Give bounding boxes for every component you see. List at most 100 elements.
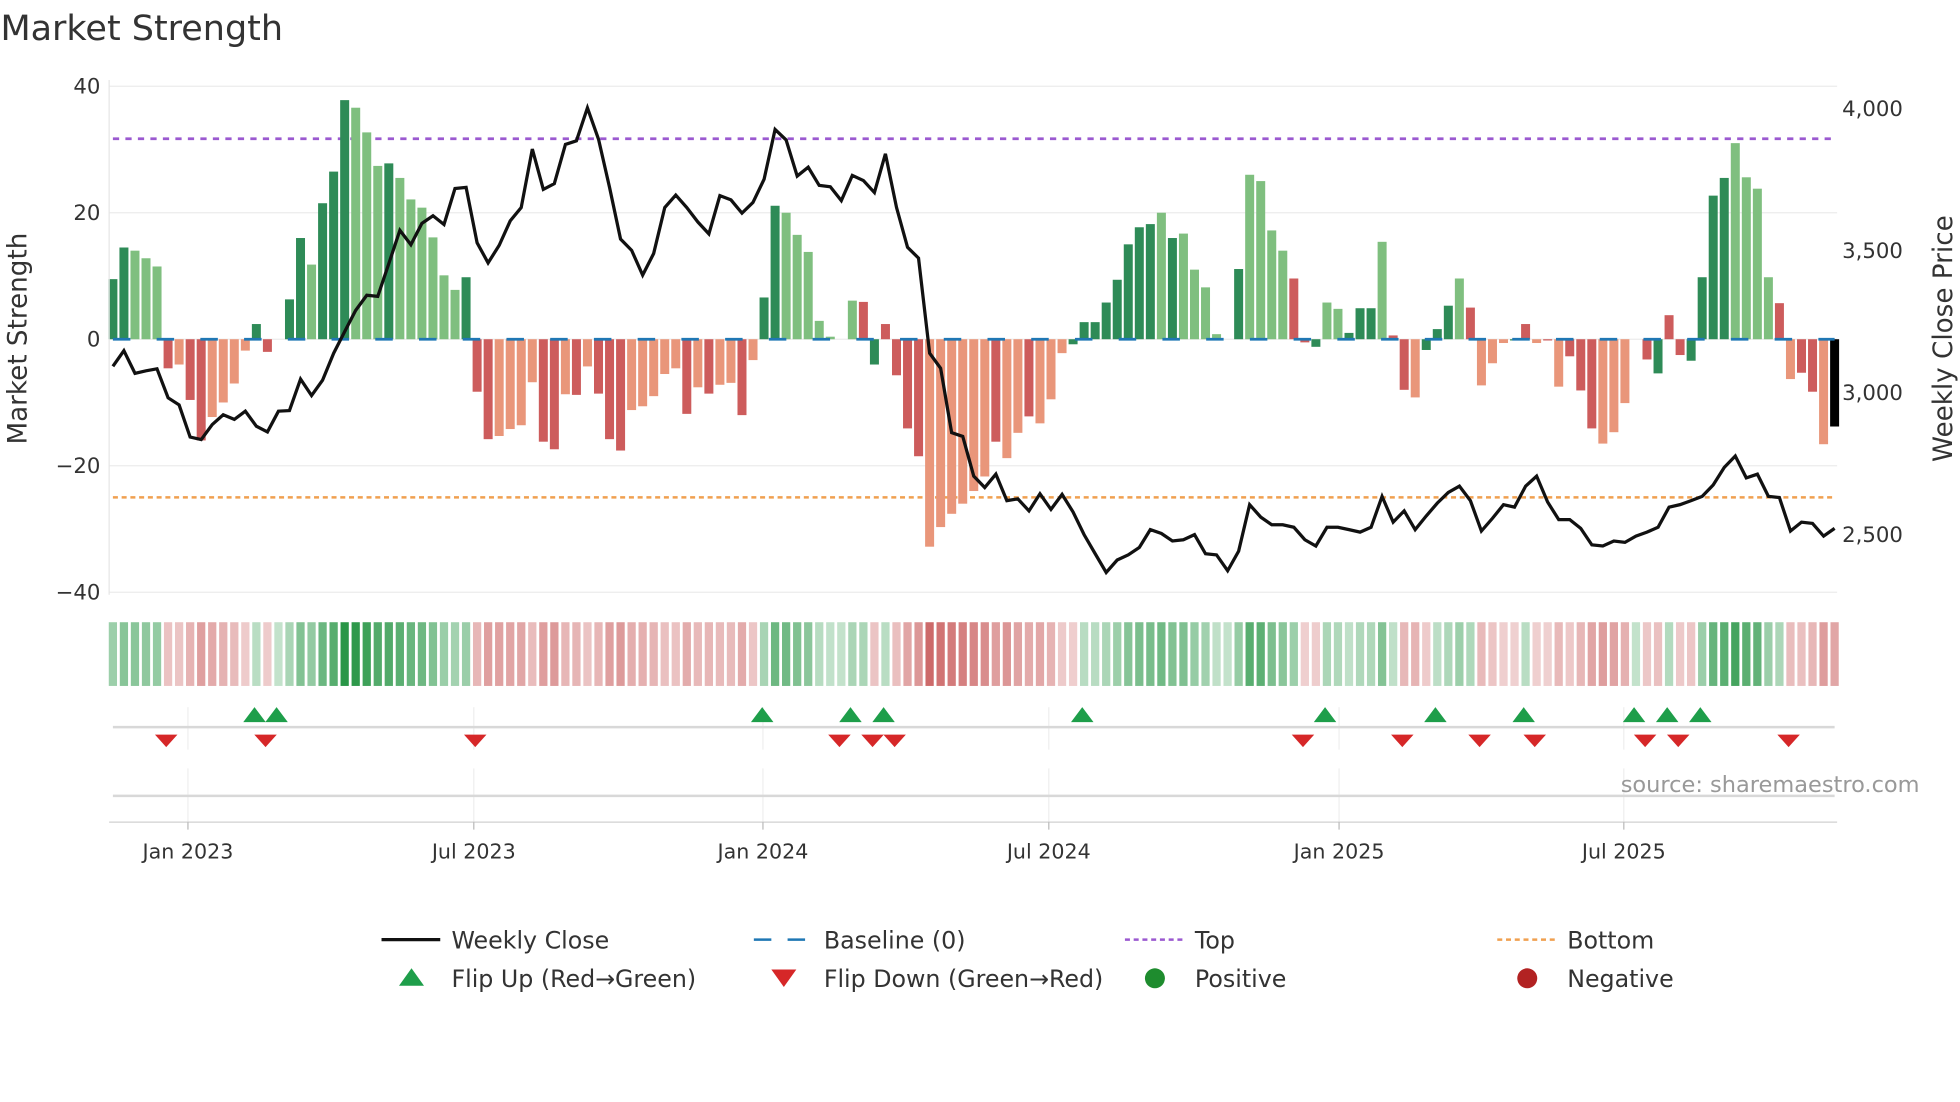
strength-bar: [748, 339, 758, 361]
strip-cell: [870, 622, 879, 686]
strength-bar: [1808, 339, 1818, 392]
strip-cell: [506, 622, 515, 686]
x-tick-label: Jul 2025: [1580, 839, 1666, 863]
strength-bar: [1797, 339, 1807, 373]
strip-cell: [903, 622, 912, 686]
strength-bar: [1399, 339, 1409, 390]
strip-cell: [914, 622, 923, 686]
strength-bar: [649, 339, 659, 397]
y-tick-label: 20: [73, 201, 100, 226]
strength-bar: [494, 339, 504, 436]
strip-cell: [1256, 622, 1265, 686]
strength-bar: [1024, 339, 1034, 417]
strip-cell: [1742, 622, 1751, 686]
y2-tick-label: 3,000: [1842, 381, 1903, 406]
strength-bar: [141, 258, 151, 340]
strip-cell: [1168, 622, 1177, 686]
strength-bar: [163, 339, 173, 369]
strength-bar: [251, 324, 261, 340]
flip-down-marker: [1391, 734, 1414, 748]
strength-bar: [704, 339, 714, 394]
strip-cell: [594, 622, 603, 686]
flip-up-marker: [750, 707, 774, 723]
strength-bar: [461, 277, 471, 340]
strip-cell: [186, 622, 195, 686]
strength-bar: [262, 339, 272, 352]
strength-bar: [152, 266, 162, 340]
strength-bar: [781, 212, 791, 340]
strip-cell: [1786, 622, 1795, 686]
legend-circle-icon: [1144, 968, 1165, 989]
flip-up-marker: [243, 707, 266, 723]
strip-cell: [1653, 622, 1663, 686]
strength-bar: [991, 339, 1001, 442]
flip-up-icon: [399, 968, 425, 986]
strength-bar: [1421, 339, 1431, 350]
strength-bar: [1830, 339, 1840, 427]
strength-bar: [1819, 339, 1829, 445]
strip-cell: [1664, 622, 1674, 686]
strip-cell: [1444, 622, 1453, 686]
strength-bar: [1465, 307, 1475, 340]
strip-cell: [539, 622, 548, 686]
strip-cell: [1024, 622, 1034, 686]
strength-bar: [1145, 224, 1155, 340]
strip-cell: [704, 622, 713, 686]
strip-cell: [1278, 622, 1287, 686]
strength-bar: [1189, 269, 1199, 340]
strength-bar: [1598, 339, 1608, 444]
strip-cell: [472, 622, 482, 686]
strip-cell: [340, 622, 349, 686]
strength-bar: [1079, 322, 1089, 340]
strip-cell: [947, 622, 956, 686]
y2-tick-label: 3,500: [1842, 239, 1903, 264]
strength-bar: [1499, 339, 1509, 344]
strength-bar: [759, 297, 769, 340]
strip-cell: [1300, 622, 1309, 686]
strip-cell: [450, 622, 460, 686]
strength-bar: [1686, 339, 1696, 361]
strength-bars: [108, 100, 1840, 547]
legend: Weekly Close Baseline (0) Top Bottom Flip Up…: [381, 926, 1674, 993]
strength-bar: [1675, 339, 1685, 356]
strength-bar: [395, 177, 405, 340]
strip-cell: [782, 622, 791, 686]
strength-bar: [792, 234, 802, 340]
strip-cell: [517, 622, 526, 686]
strength-bar: [428, 237, 438, 340]
strip-cell: [583, 622, 592, 686]
strip-cell: [230, 622, 239, 686]
strip-cell: [748, 622, 758, 686]
strip-cell: [1521, 622, 1530, 686]
strength-bar: [1123, 244, 1133, 340]
legend-item: Bottom: [1497, 926, 1654, 954]
strip-cell: [759, 622, 769, 686]
strip-cell: [1322, 622, 1332, 686]
strength-bar: [914, 339, 924, 457]
flip-up-marker: [839, 707, 862, 723]
legend-item: Flip Up (Red→Green): [399, 965, 696, 993]
strip-cell: [141, 622, 151, 686]
strip-cell: [285, 622, 294, 686]
strength-bar: [1785, 339, 1795, 380]
legend-label: Weekly Close: [451, 926, 609, 954]
strip-cell: [274, 622, 283, 686]
strip-cell: [848, 622, 857, 686]
strength-bar: [1311, 339, 1321, 347]
strip-cell: [826, 622, 835, 686]
strip-cell: [1046, 622, 1056, 686]
strip-cell: [296, 622, 305, 686]
strength-bar: [627, 339, 637, 411]
y-tick-label: −40: [56, 581, 101, 606]
strip-cell: [197, 622, 206, 686]
strength-bar: [229, 339, 239, 384]
strip-cell: [1698, 622, 1707, 686]
strip-cell: [1598, 622, 1607, 686]
x-tick-label: Jan 2025: [1292, 839, 1385, 863]
strength-bar: [527, 339, 537, 383]
strength-bar: [1730, 143, 1740, 340]
strength-bar: [240, 339, 250, 351]
strip-cell: [1620, 622, 1630, 686]
strip-cell: [1377, 622, 1387, 686]
flip-down-marker: [254, 734, 277, 748]
